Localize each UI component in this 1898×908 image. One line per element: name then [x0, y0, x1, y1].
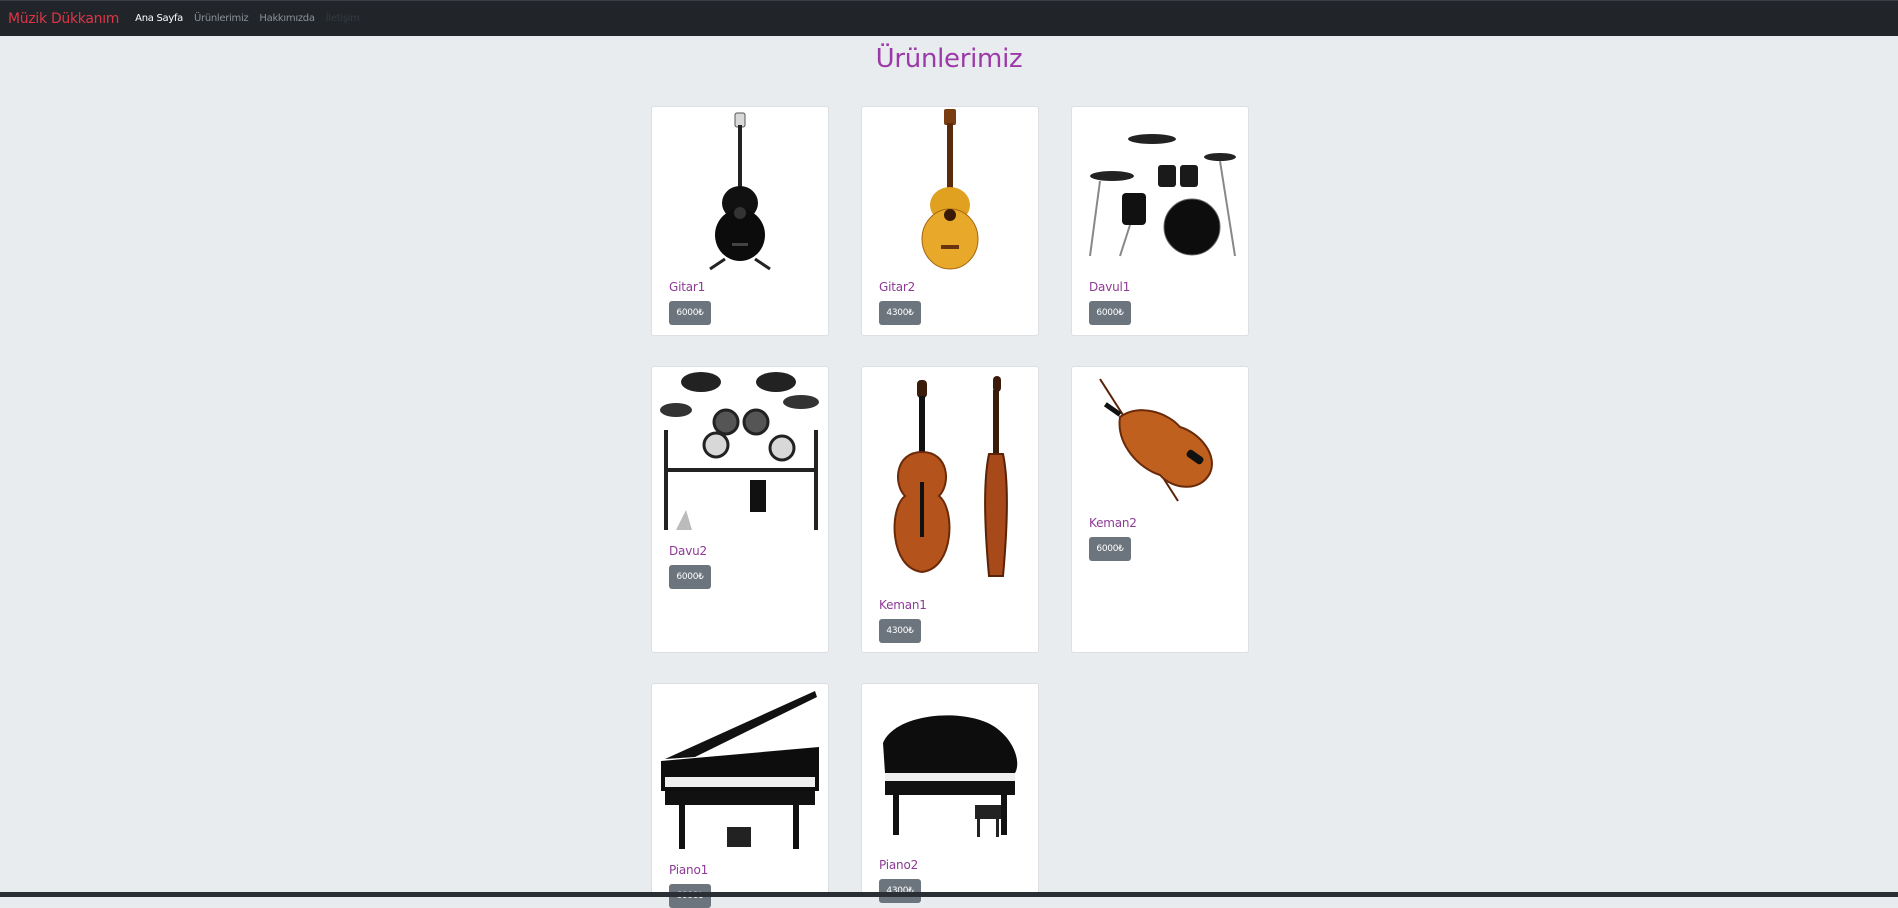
- product-card-gitar1[interactable]: Gitar1 6000₺: [651, 106, 829, 336]
- product-card-davul1[interactable]: Davul1 6000₺: [1071, 106, 1249, 336]
- black-acoustic-guitar-icon: [709, 112, 771, 271]
- product-card-piano1[interactable]: Piano1 6000₺: [651, 683, 829, 908]
- price-badge: 4300₺: [879, 879, 921, 903]
- price-badge: 6000₺: [1089, 537, 1131, 561]
- product-name[interactable]: Davul1: [1089, 280, 1130, 294]
- electronic-drum-kit-icon: [660, 372, 819, 530]
- violin-with-bow-icon: [1099, 378, 1213, 502]
- product-name[interactable]: Gitar1: [669, 280, 705, 294]
- product-card-piano2[interactable]: Piano2 4300₺: [861, 683, 1039, 903]
- product-card-keman1[interactable]: Keman1 4300₺: [861, 366, 1039, 653]
- product-image[interactable]: [652, 684, 828, 856]
- product-name[interactable]: Davu2: [669, 544, 707, 558]
- drum-kit-icon: [1089, 134, 1236, 257]
- price-badge: 6000₺: [1089, 301, 1131, 325]
- product-card-davu2[interactable]: Davu2 6000₺: [651, 366, 829, 653]
- price-badge: 6000₺: [669, 565, 711, 589]
- price-badge: 6000₺: [669, 301, 711, 325]
- product-card-gitar2[interactable]: Gitar2 4300₺: [861, 106, 1039, 336]
- price-badge: 4300₺: [879, 301, 921, 325]
- classical-guitar-icon: [921, 109, 979, 270]
- product-grid: Gitar1 6000₺ Gitar2 4300₺ Davul1 6000₺ D…: [0, 0, 1898, 908]
- product-card-keman2[interactable]: Keman2 6000₺: [1071, 366, 1249, 653]
- violin-front-side-icon: [893, 376, 1008, 577]
- product-name[interactable]: Keman2: [1089, 516, 1137, 530]
- price-badge: 4300₺: [879, 619, 921, 643]
- product-image[interactable]: [652, 367, 828, 539]
- product-image[interactable]: [1072, 367, 1248, 513]
- product-name[interactable]: Piano1: [669, 863, 708, 877]
- bottom-bar: [0, 892, 1898, 897]
- product-name[interactable]: Keman1: [879, 598, 927, 612]
- product-image[interactable]: [862, 684, 1038, 852]
- product-image[interactable]: [652, 107, 828, 275]
- product-image[interactable]: [862, 107, 1038, 275]
- product-name[interactable]: Gitar2: [879, 280, 915, 294]
- grand-piano-icon: [661, 691, 819, 849]
- product-image[interactable]: [862, 367, 1038, 589]
- product-name[interactable]: Piano2: [879, 858, 918, 872]
- baby-grand-piano-icon: [883, 715, 1018, 837]
- product-image[interactable]: [1072, 107, 1248, 275]
